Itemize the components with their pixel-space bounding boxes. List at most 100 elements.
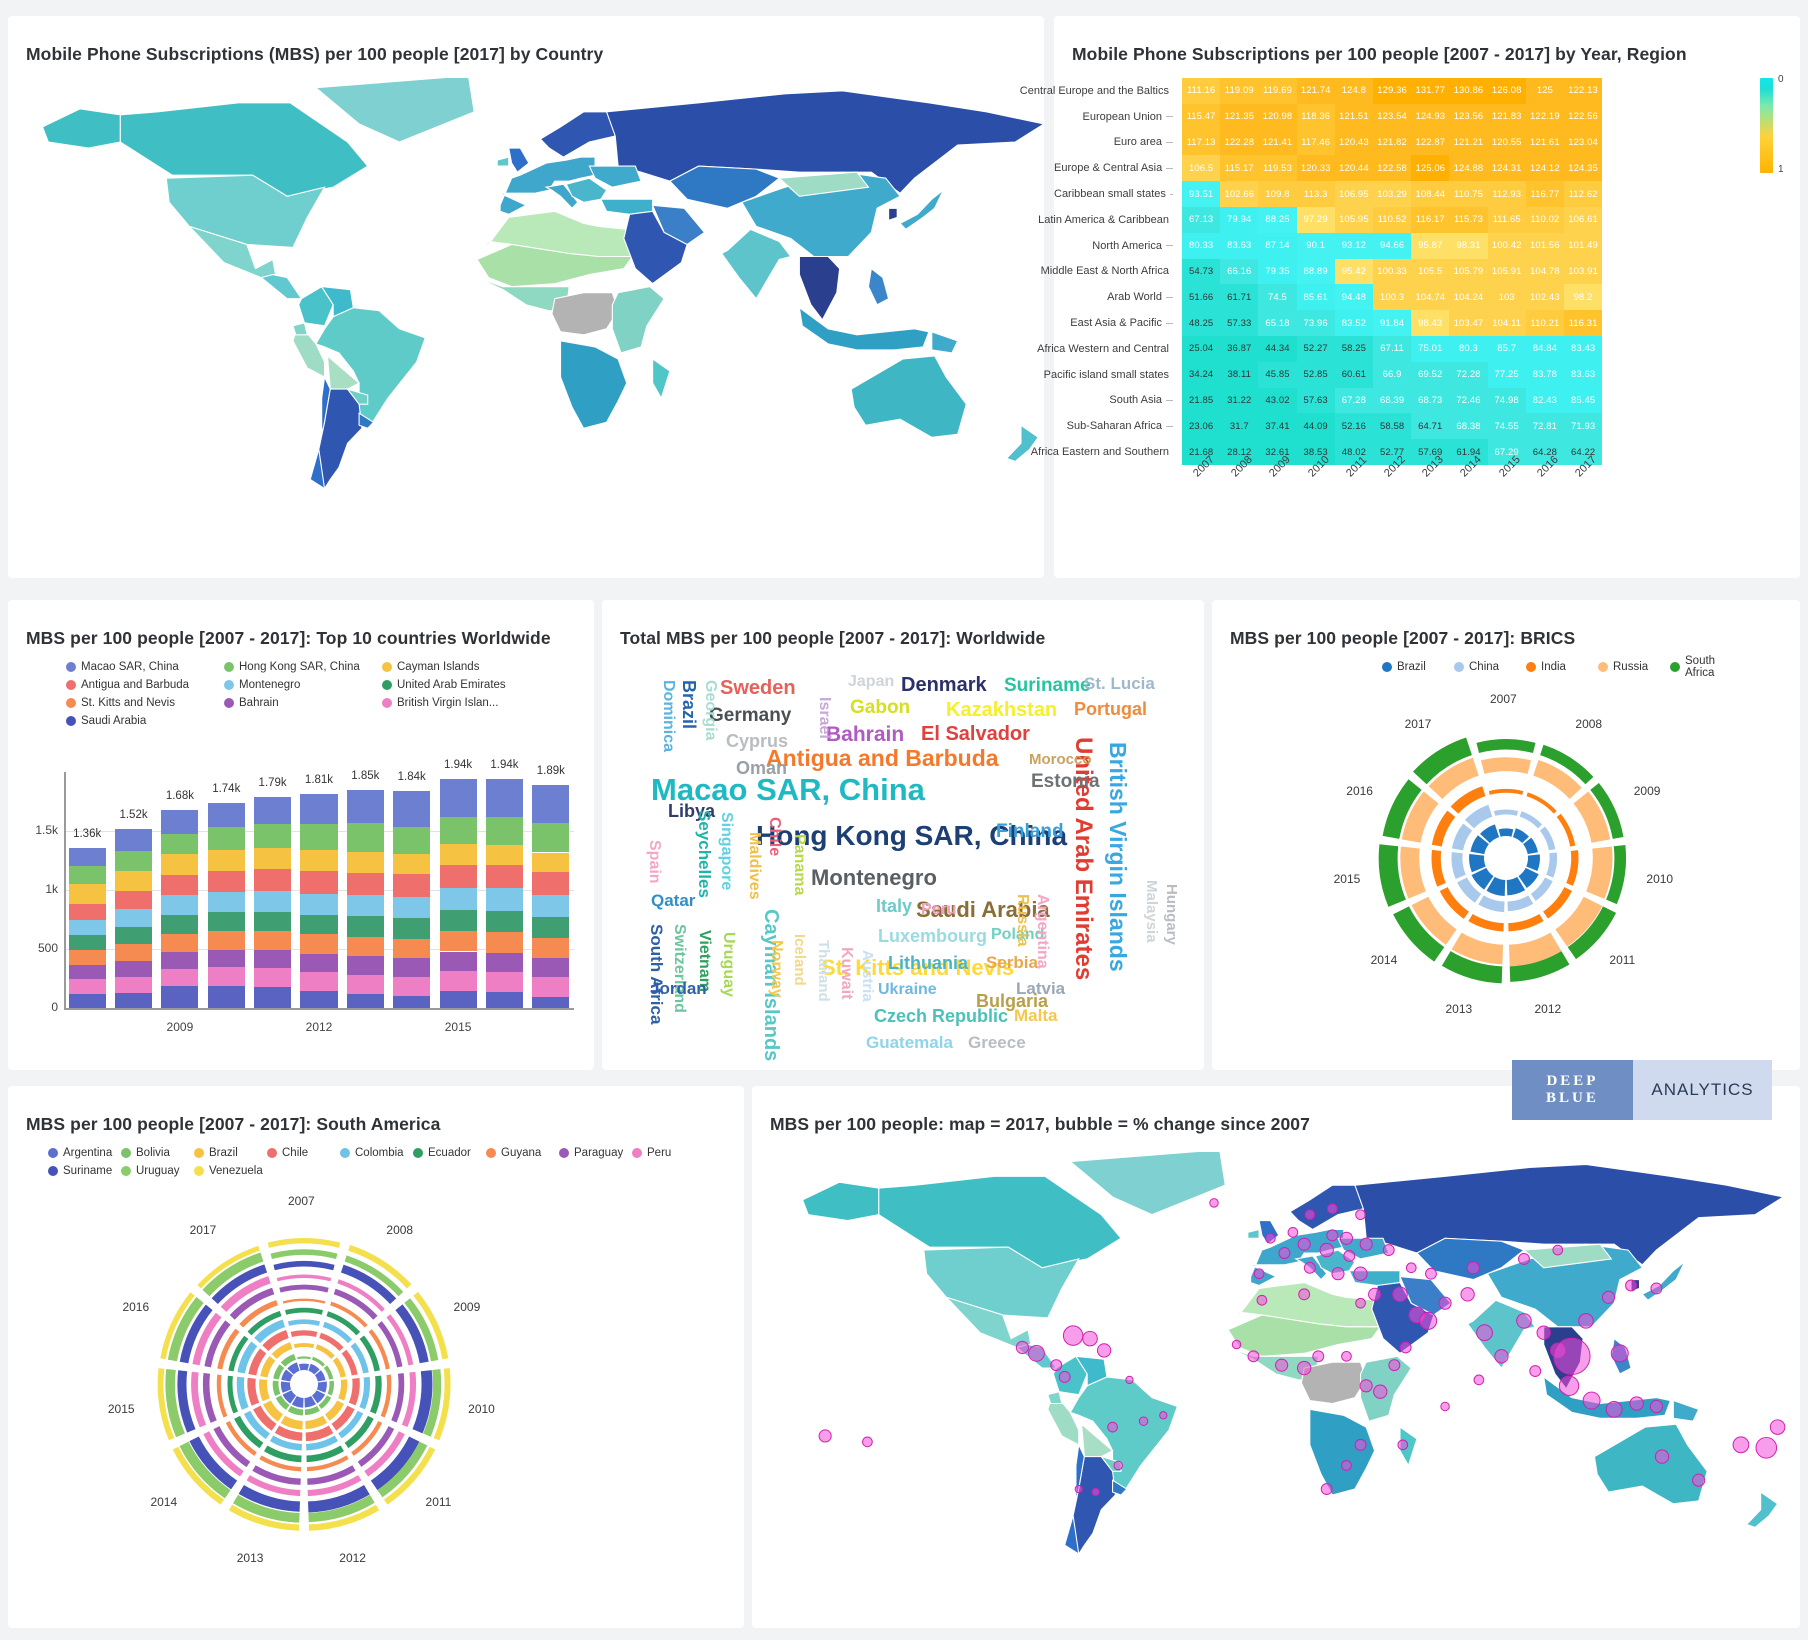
bar-segment[interactable]	[532, 895, 570, 918]
map-bubble[interactable]	[1405, 1262, 1417, 1274]
polar-sector[interactable]	[1476, 739, 1536, 754]
bar-segment[interactable]	[207, 802, 245, 828]
polar-sector[interactable]	[370, 1375, 382, 1414]
bar-segment[interactable]	[485, 952, 523, 972]
heatmap-cell[interactable]: 123.04	[1564, 129, 1603, 156]
map-country-greenland[interactable]	[1068, 1152, 1226, 1216]
heatmap-cell[interactable]: 61.71	[1220, 284, 1259, 311]
bar-segment[interactable]	[207, 827, 245, 850]
heatmap-cell[interactable]: 129.36	[1373, 78, 1412, 104]
polar-sector[interactable]	[332, 1357, 346, 1378]
map-bubble[interactable]	[1275, 1358, 1289, 1372]
bar-segment[interactable]	[207, 849, 245, 871]
polar-sector[interactable]	[1526, 854, 1540, 872]
bar-segment[interactable]	[207, 912, 245, 932]
polar-sector[interactable]	[1586, 846, 1613, 899]
bar-segment[interactable]	[346, 936, 384, 957]
bar-segment[interactable]	[254, 869, 292, 892]
heatmap-cell[interactable]: 120.55	[1487, 129, 1526, 156]
map-bubble[interactable]	[1392, 1286, 1408, 1303]
map-country-scandinavia[interactable]	[1289, 1184, 1364, 1231]
map-bubble[interactable]	[1265, 1232, 1276, 1244]
bar-segment[interactable]	[393, 790, 431, 827]
map-bubble[interactable]	[1466, 1261, 1480, 1275]
map-country-ireland[interactable]	[1247, 1228, 1260, 1239]
wordcloud-word[interactable]: Spain	[646, 840, 663, 884]
bar-segment[interactable]	[439, 887, 477, 910]
map-country-greenland[interactable]	[314, 78, 475, 143]
bar-segment[interactable]	[485, 910, 523, 933]
wordcloud-word[interactable]: Jordan	[650, 980, 707, 997]
heatmap-cell[interactable]: 69.52	[1411, 361, 1450, 388]
bar-segment[interactable]	[254, 931, 292, 951]
heatmap-cell[interactable]: 34.24	[1182, 361, 1221, 388]
polar-sector[interactable]	[1523, 837, 1538, 855]
wordcloud-word[interactable]: Serbia	[986, 954, 1038, 971]
wordcloud-word[interactable]: Montenegro	[811, 867, 937, 889]
heatmap-cell[interactable]: 84.84	[1525, 336, 1564, 362]
bar-segment[interactable]	[393, 958, 431, 977]
heatmap-cell[interactable]: 112.93	[1487, 181, 1526, 207]
bar-segment[interactable]	[485, 932, 523, 953]
polar-sector[interactable]	[1464, 804, 1493, 829]
heatmap-cell[interactable]: 103.29	[1373, 181, 1412, 207]
heatmap-cell[interactable]: 126.08	[1487, 78, 1526, 104]
wordcloud-word[interactable]: El Salvador	[921, 724, 1030, 744]
wordcloud-word[interactable]: Sweden	[720, 678, 796, 698]
heatmap-cell[interactable]: 68.39	[1373, 387, 1412, 414]
map-country-eastafrica[interactable]	[611, 286, 665, 354]
wordcloud-word[interactable]: Georgia	[702, 680, 719, 740]
heatmap-cell[interactable]: 72.81	[1525, 413, 1564, 440]
map-country-centam[interactable]	[260, 274, 303, 300]
heatmap-cell[interactable]: 77.25	[1487, 361, 1526, 388]
heatmap-cell[interactable]: 44.09	[1296, 413, 1335, 440]
map-country-southernafrica[interactable]	[1309, 1408, 1376, 1496]
polar-sector[interactable]	[272, 1380, 281, 1397]
bar-segment[interactable]	[254, 796, 292, 824]
polar-sector[interactable]	[1493, 809, 1519, 816]
wordcloud-word[interactable]: Chile	[766, 817, 783, 856]
bar-segment[interactable]	[115, 960, 153, 977]
bar-segment[interactable]	[532, 938, 570, 959]
heatmap-cell[interactable]: 66.16	[1220, 258, 1259, 285]
bar-segment[interactable]	[532, 917, 570, 939]
map-bubble[interactable]	[1015, 1340, 1029, 1355]
bar-segment[interactable]	[254, 848, 292, 870]
bar-segment[interactable]	[300, 914, 338, 935]
map-bubble[interactable]	[1419, 1311, 1438, 1330]
bar-segment[interactable]	[532, 996, 570, 1008]
wordcloud-word[interactable]: Japan	[848, 674, 894, 690]
heatmap-cell[interactable]: 45.85	[1258, 361, 1297, 388]
bar-segment[interactable]	[68, 866, 106, 884]
bar-column[interactable]	[254, 772, 292, 1008]
heatmap-cell[interactable]: 83.63	[1564, 361, 1603, 388]
map-bubble[interactable]	[1582, 1391, 1601, 1410]
heatmap-cell[interactable]: 123.56	[1449, 103, 1488, 130]
heatmap-cell[interactable]: 117.13	[1182, 129, 1221, 156]
wordcloud-word[interactable]: Portugal	[1074, 700, 1147, 718]
map-bubble[interactable]	[1755, 1436, 1778, 1459]
wordcloud-word[interactable]: Greece	[968, 1034, 1026, 1051]
bar-segment[interactable]	[207, 967, 245, 986]
map-bubble[interactable]	[1107, 1421, 1118, 1433]
heatmap-cell[interactable]: 122.19	[1525, 103, 1564, 130]
map-country-japan[interactable]	[1641, 1261, 1686, 1301]
heatmap-cell[interactable]: 120.98	[1258, 103, 1297, 130]
map-bubble[interactable]	[1138, 1416, 1149, 1426]
heatmap-cell[interactable]: 90.1	[1296, 232, 1335, 259]
bar-segment[interactable]	[439, 931, 477, 952]
heatmap-body[interactable]: Central Europe and the Baltics 111.16 119.…	[1020, 16, 1800, 578]
bar-column[interactable]	[393, 772, 431, 1008]
polar-sector[interactable]	[1508, 914, 1544, 932]
heatmap-cell[interactable]: 131.77	[1411, 78, 1450, 104]
wordcloud-word[interactable]: Iceland	[791, 934, 808, 986]
wordcloud-word[interactable]: Dominica	[660, 680, 677, 752]
heatmap-cell[interactable]: 124.8	[1334, 78, 1373, 104]
bar-segment[interactable]	[161, 875, 199, 896]
polar-sector[interactable]	[1468, 914, 1504, 932]
bar-segment[interactable]	[439, 844, 477, 865]
heatmap-cell[interactable]: 74.55	[1487, 413, 1526, 440]
map-bubble[interactable]	[1494, 1349, 1509, 1364]
heatmap-cell[interactable]: 113.3	[1296, 181, 1335, 207]
map-country-png[interactable]	[931, 331, 959, 354]
